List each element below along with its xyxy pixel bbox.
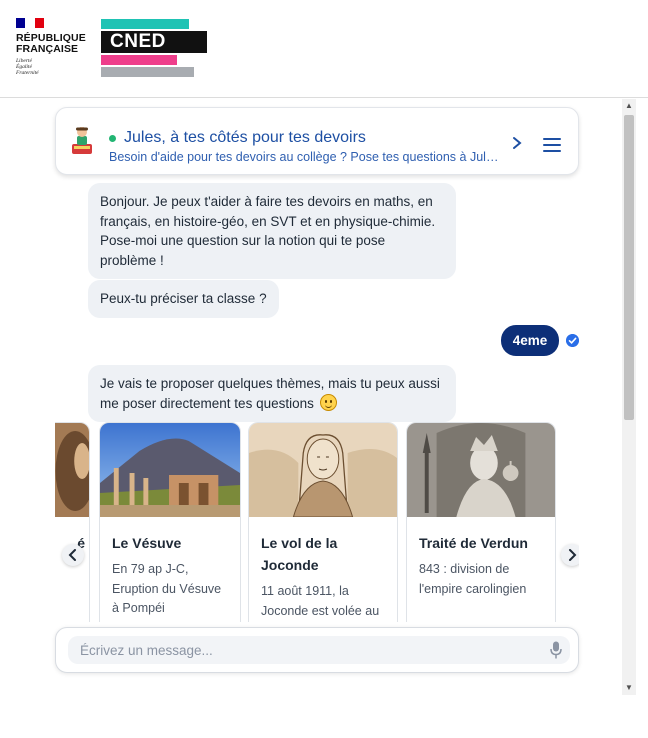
card-title: Le Vésuve xyxy=(112,535,182,551)
carousel-next-button[interactable] xyxy=(561,544,579,566)
rf-motto-3: Fraternité xyxy=(16,70,39,77)
microphone-icon[interactable] xyxy=(550,641,562,659)
republique-francaise-logo[interactable]: RÉPUBLIQUE FRANÇAISE Liberté Égalité Fra… xyxy=(16,18,88,77)
card-description: En 79 ap J-C, Eruption du Vésuve à Pompé… xyxy=(112,562,222,615)
card-image-vesuve xyxy=(100,423,240,517)
theme-card-verdun[interactable]: Traité de Verdun 843 : division de l'emp… xyxy=(406,422,556,622)
bot-message-themes: Je vais te proposer quelques thèmes, mai… xyxy=(88,365,456,422)
smiling-face-emoji-icon xyxy=(319,393,337,411)
bot-message: Bonjour. Je peux t'aider à faire tes dev… xyxy=(88,183,456,279)
card-title: Le vol de la Joconde xyxy=(261,535,338,573)
message-composer xyxy=(55,627,579,673)
chat-scrollbar[interactable]: ▲ ▼ xyxy=(622,99,636,695)
theme-card-joconde[interactable]: Le vol de la Joconde 11 août 1911, la Jo… xyxy=(248,422,398,622)
bot-header[interactable]: Jules, à tes côtés pour tes devoirs Beso… xyxy=(55,107,579,175)
online-status-dot xyxy=(109,135,116,142)
cned-logo-text: CNED xyxy=(110,31,166,52)
user-message: 4eme xyxy=(501,325,559,356)
french-flag-icon xyxy=(16,18,44,28)
boy-avatar-icon xyxy=(72,127,92,154)
card-description: 843 : division de l'empire carolingien xyxy=(419,562,527,596)
message-input-wrapper xyxy=(68,636,570,664)
hamburger-menu-icon[interactable] xyxy=(543,138,561,152)
rf-name-line2: FRANÇAISE xyxy=(16,43,79,55)
bot-message: Peux-tu préciser ta classe ? xyxy=(88,280,279,318)
message-input[interactable] xyxy=(80,636,520,664)
card-description: 11 août 1911, la Joconde est volée au Lo… xyxy=(261,584,380,618)
card-image-verdun xyxy=(407,423,555,517)
cned-logo-teal-bar xyxy=(101,19,189,29)
theme-carousel[interactable]: é Le Vésuve En 79 ap J-C, Eruption du Vé… xyxy=(55,422,579,622)
cned-logo[interactable]: CNED xyxy=(101,19,207,77)
cned-logo-pink-bar xyxy=(101,55,177,65)
bot-name: Jules, à tes côtés pour tes devoirs xyxy=(124,129,366,146)
theme-card-partial[interactable]: é xyxy=(55,422,90,622)
chevron-right-icon[interactable] xyxy=(511,136,523,150)
card-title: Traité de Verdun xyxy=(419,535,528,551)
scroll-down-arrow-icon[interactable]: ▼ xyxy=(622,681,636,695)
message-sent-check-icon xyxy=(566,334,579,347)
site-header: RÉPUBLIQUE FRANÇAISE Liberté Égalité Fra… xyxy=(0,0,648,98)
card-image xyxy=(55,423,89,517)
card-image-joconde xyxy=(249,423,397,518)
cned-logo-grey-bar xyxy=(101,67,194,77)
bot-message-text: Je vais te proposer quelques thèmes, mai… xyxy=(100,376,440,411)
theme-card-vesuve[interactable]: Le Vésuve En 79 ap J-C, Eruption du Vésu… xyxy=(99,422,241,622)
bot-subtitle: Besoin d'aide pour tes devoirs au collèg… xyxy=(109,150,504,164)
scroll-thumb[interactable] xyxy=(624,115,634,420)
chat-frame: ▲ ▼ Jules, à tes côtés pour tes devoirs … xyxy=(0,99,648,699)
chevron-right-icon xyxy=(569,549,577,561)
chevron-left-icon xyxy=(68,549,76,561)
scroll-up-arrow-icon[interactable]: ▲ xyxy=(622,99,636,113)
carousel-prev-button[interactable] xyxy=(62,544,84,566)
